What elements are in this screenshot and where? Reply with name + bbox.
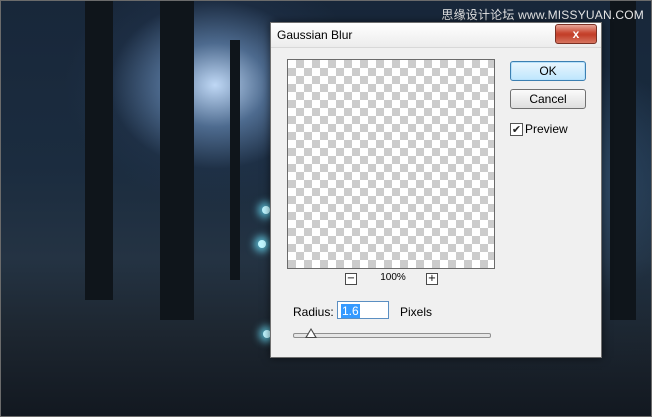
radius-slider-thumb[interactable]	[304, 328, 317, 338]
radius-input[interactable]: 1.6	[337, 301, 389, 319]
plus-icon: +	[427, 273, 437, 284]
close-button[interactable]: x	[555, 24, 597, 44]
preview-canvas[interactable]	[287, 59, 495, 269]
tree-trunk	[610, 0, 636, 320]
watermark: 思缘设计论坛 www.MISSYUAN.COM	[441, 8, 644, 22]
radius-slider-track[interactable]	[293, 333, 491, 338]
radius-label: Radius:	[293, 305, 334, 319]
tree-trunk	[85, 0, 113, 300]
ok-button[interactable]: OK	[510, 61, 586, 81]
preview-checkbox[interactable]: ✔	[510, 123, 523, 136]
zoom-in-button[interactable]: +	[426, 273, 438, 285]
preview-label[interactable]: Preview	[525, 122, 568, 136]
tree-trunk	[230, 40, 240, 280]
glow-light	[262, 206, 270, 214]
close-icon: x	[572, 27, 580, 41]
radius-value: 1.6	[341, 304, 360, 318]
checkmark-icon: ✔	[511, 123, 522, 136]
minus-icon: −	[346, 273, 356, 284]
dialog-title: Gaussian Blur	[277, 28, 353, 42]
pixels-label: Pixels	[400, 305, 433, 319]
zoom-level-label: 100%	[380, 272, 406, 283]
zoom-out-button[interactable]: −	[345, 273, 357, 285]
gaussian-blur-dialog: Gaussian Blur x − 100% + OK Cancel ✔ Pre…	[270, 22, 602, 358]
glow-light	[258, 240, 266, 248]
tree-trunk	[160, 0, 194, 320]
dialog-titlebar[interactable]: Gaussian Blur x	[271, 23, 601, 48]
cancel-button[interactable]: Cancel	[510, 89, 586, 109]
